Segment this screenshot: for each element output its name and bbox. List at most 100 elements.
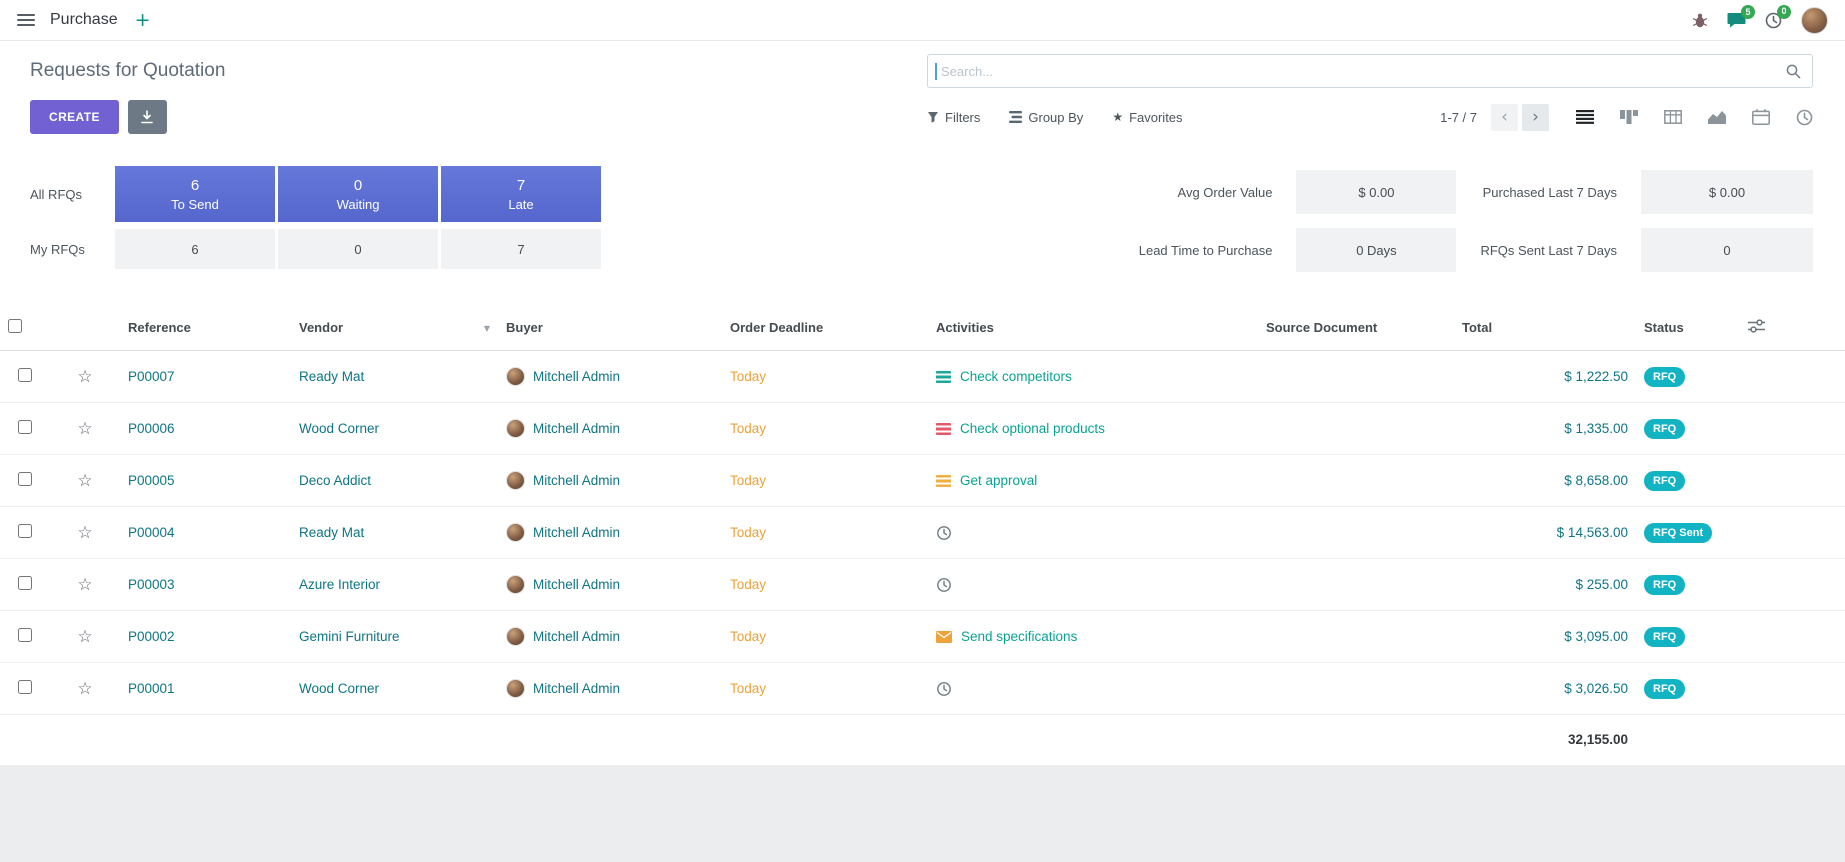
col-header-order-deadline[interactable]: Order Deadline [722,302,928,351]
favorite-star-icon[interactable]: ☆ [77,367,92,387]
favorite-star-icon[interactable]: ☆ [77,471,92,491]
optional-columns-icon[interactable] [1748,321,1765,336]
pager-previous-button[interactable]: ‹ [1491,104,1518,131]
buyer-link[interactable]: Mitchell Admin [533,369,620,384]
reference-link[interactable]: P00004 [128,525,175,540]
favorites-button[interactable]: ★ Favorites [1112,110,1182,125]
waiting-card[interactable]: 0 Waiting [278,166,438,222]
table-row[interactable]: ☆ P00006 Wood Corner Mitchell Admin Toda… [0,403,1845,455]
total-amount: $ 3,026.50 [1564,681,1628,696]
table-row[interactable]: ☆ P00002 Gemini Furniture Mitchell Admin… [0,611,1845,663]
search-icon[interactable] [1774,63,1812,79]
apps-menu-icon[interactable] [17,14,35,26]
buyer-avatar [506,627,525,646]
late-card[interactable]: 7 Late [441,166,601,222]
table-row[interactable]: ☆ P00004 Ready Mat Mitchell Admin Today … [0,507,1845,559]
activity-link[interactable]: Get approval [960,473,1037,488]
col-header-total[interactable]: Total [1454,302,1636,351]
reference-link[interactable]: P00001 [128,681,175,696]
pager-next-button[interactable]: › [1522,104,1549,131]
col-header-activities[interactable]: Activities [928,302,1258,351]
favorite-star-icon[interactable]: ☆ [77,523,92,543]
vendor-link[interactable]: Wood Corner [299,421,379,436]
vendor-link[interactable]: Ready Mat [299,525,364,540]
activity-link[interactable]: Send specifications [961,629,1077,644]
activities-clock-icon[interactable]: 0 [1765,12,1782,29]
col-header-vendor[interactable]: Vendor ▼ [291,302,498,351]
calendar-view-icon[interactable] [1752,109,1770,125]
vendor-link[interactable]: Gemini Furniture [299,629,400,644]
my-to-send-card[interactable]: 6 [115,229,275,269]
debug-bug-icon[interactable] [1692,13,1708,28]
row-checkbox[interactable] [18,628,32,642]
rfq-dashboard: All RFQs 6 To Send 0 Waiting 7 Late My R… [0,148,1845,292]
reference-link[interactable]: P00002 [128,629,175,644]
favorite-star-icon[interactable]: ☆ [77,627,92,647]
group-by-button[interactable]: Group By [1009,110,1083,125]
rfq-statistics: Avg Order Value $ 0.00 Purchased Last 7 … [1139,170,1813,272]
search-box[interactable] [927,54,1813,88]
row-checkbox[interactable] [18,680,32,694]
new-tab-plus-icon[interactable]: + [135,11,151,30]
stat-label: Avg Order Value [1139,185,1273,200]
my-waiting-card[interactable]: 0 [278,229,438,269]
favorite-star-icon[interactable]: ☆ [77,575,92,595]
search-input[interactable] [928,64,1774,79]
table-row[interactable]: ☆ P00005 Deco Addict Mitchell Admin Toda… [0,455,1845,507]
kanban-view-icon[interactable] [1620,110,1638,124]
export-button[interactable] [128,100,167,134]
favorite-star-icon[interactable]: ☆ [77,419,92,439]
total-amount: $ 14,563.00 [1557,525,1628,540]
table-row[interactable]: ☆ P00007 Ready Mat Mitchell Admin Today … [0,351,1845,403]
schedule-activity-icon[interactable] [936,577,1250,593]
row-checkbox[interactable] [18,576,32,590]
buyer-link[interactable]: Mitchell Admin [533,421,620,436]
reference-link[interactable]: P00006 [128,421,175,436]
activity-link[interactable]: Check optional products [960,421,1105,436]
vendor-link[interactable]: Azure Interior [299,577,380,592]
col-header-status[interactable]: Status [1636,302,1740,351]
select-all-checkbox[interactable] [8,319,22,333]
vendor-link[interactable]: Ready Mat [299,369,364,384]
reference-link[interactable]: P00007 [128,369,175,384]
text-cursor [935,63,937,80]
row-checkbox[interactable] [18,420,32,434]
graph-view-icon[interactable] [1708,110,1726,124]
col-header-reference[interactable]: Reference [120,302,291,351]
favorite-star-icon[interactable]: ☆ [77,679,92,699]
vendor-link[interactable]: Deco Addict [299,473,371,488]
activity-view-icon[interactable] [1796,109,1813,126]
col-header-buyer[interactable]: Buyer [498,302,722,351]
row-checkbox[interactable] [18,524,32,538]
vendor-link[interactable]: Wood Corner [299,681,379,696]
list-view-icon[interactable] [1576,110,1594,124]
table-row[interactable]: ☆ P00001 Wood Corner Mitchell Admin Toda… [0,663,1845,715]
create-button[interactable]: CREATE [30,100,119,134]
app-title[interactable]: Purchase [50,11,118,29]
buyer-link[interactable]: Mitchell Admin [533,681,620,696]
schedule-activity-icon[interactable] [936,525,1250,541]
row-checkbox[interactable] [18,368,32,382]
order-deadline-text: Today [730,577,766,592]
control-panel: Requests for Quotation CREATE Filters Gr… [0,41,1845,148]
schedule-activity-icon[interactable] [936,681,1250,697]
reference-link[interactable]: P00003 [128,577,175,592]
order-deadline-text: Today [730,525,766,540]
filters-button[interactable]: Filters [927,110,980,125]
buyer-link[interactable]: Mitchell Admin [533,577,620,592]
messages-icon[interactable]: 5 [1727,12,1746,28]
row-checkbox[interactable] [18,472,32,486]
sort-caret-icon[interactable]: ▼ [484,324,490,333]
activity-link[interactable]: Check competitors [960,369,1072,384]
reference-link[interactable]: P00005 [128,473,175,488]
table-row[interactable]: ☆ P00003 Azure Interior Mitchell Admin T… [0,559,1845,611]
col-header-source-document[interactable]: Source Document [1258,302,1454,351]
group-by-icon [1009,111,1022,123]
my-late-card[interactable]: 7 [441,229,601,269]
pivot-view-icon[interactable] [1664,110,1682,124]
buyer-link[interactable]: Mitchell Admin [533,525,620,540]
user-avatar[interactable] [1801,7,1828,34]
buyer-link[interactable]: Mitchell Admin [533,629,620,644]
to-send-card[interactable]: 6 To Send [115,166,275,222]
buyer-link[interactable]: Mitchell Admin [533,473,620,488]
